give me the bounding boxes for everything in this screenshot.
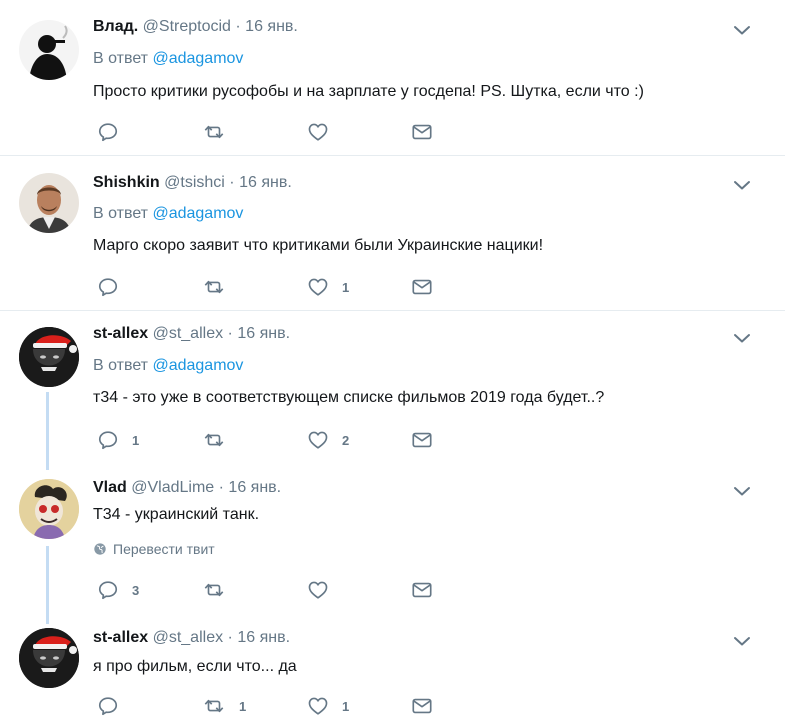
like-icon <box>307 695 329 717</box>
chevron-down-icon[interactable] <box>733 179 751 191</box>
author-name[interactable]: Влад. <box>93 18 138 35</box>
chevron-down-icon[interactable] <box>733 485 751 497</box>
like-icon <box>307 276 329 298</box>
tweet-text: Марго скоро заявит что критиками были Ук… <box>93 237 544 254</box>
direct-message-button[interactable] <box>411 121 433 143</box>
tweet-header: st-allex @st_allex · 16 янв. <box>93 628 290 648</box>
tweet[interactable]: st-allex @st_allex · 16 янв. я про фильм… <box>0 613 785 727</box>
avatar[interactable] <box>19 173 79 233</box>
retweet-icon <box>202 121 226 143</box>
reply-button[interactable] <box>97 121 132 143</box>
direct-message-button[interactable] <box>411 429 433 451</box>
tweet-text: Т34 - украинский танк. <box>93 506 260 523</box>
reply-button[interactable]: 3 <box>97 579 139 601</box>
tweet-date[interactable]: · 16 янв. <box>228 629 290 646</box>
like-icon <box>307 429 329 451</box>
reply-icon <box>97 121 119 143</box>
author-handle[interactable]: @tsishci <box>164 174 225 191</box>
reply-button[interactable]: 1 <box>97 429 139 451</box>
reply-prefix: В ответ <box>93 50 149 67</box>
like-icon <box>307 121 329 143</box>
tweet-date[interactable]: · 16 янв. <box>228 325 290 342</box>
tweet[interactable]: Влад. @Streptocid · 16 янв. В ответ @ada… <box>0 0 785 155</box>
tweet-text: я про фильм, если что... да <box>93 658 297 675</box>
tweet-header: Vlad @VladLime · 16 янв. <box>93 478 281 498</box>
tweet-header: Влад. @Streptocid · 16 янв. <box>93 17 298 37</box>
tweet-header: Shishkin @tsishci · 16 янв. <box>93 173 292 193</box>
direct-message-icon <box>411 579 433 601</box>
avatar[interactable] <box>19 628 79 688</box>
like-icon <box>307 579 329 601</box>
chevron-down-icon[interactable] <box>733 332 751 344</box>
reply-mention-link[interactable]: @adagamov <box>152 50 243 67</box>
direct-message-icon <box>411 121 433 143</box>
reply-context: В ответ @adagamov <box>93 49 243 69</box>
retweet-button[interactable] <box>202 429 239 451</box>
like-button[interactable]: 2 <box>307 429 349 451</box>
reply-context: В ответ @adagamov <box>93 356 243 376</box>
author-name[interactable]: Vlad <box>93 479 127 496</box>
retweet-count: 1 <box>239 698 247 714</box>
retweet-button[interactable] <box>202 579 239 601</box>
like-button[interactable]: 1 <box>307 695 349 717</box>
tweet[interactable]: st-allex @st_allex · 16 янв. В ответ @ad… <box>0 311 785 461</box>
reply-icon <box>97 695 119 717</box>
reply-mention-link[interactable]: @adagamov <box>152 205 243 222</box>
like-count: 1 <box>342 698 350 714</box>
author-handle[interactable]: @Streptocid <box>143 18 231 35</box>
direct-message-button[interactable] <box>411 695 433 717</box>
author-name[interactable]: st-allex <box>93 629 148 646</box>
retweet-icon <box>202 695 226 717</box>
reply-button[interactable] <box>97 276 132 298</box>
direct-message-icon <box>411 276 433 298</box>
avatar[interactable] <box>19 479 79 539</box>
reply-count: 1 <box>132 432 140 448</box>
chevron-down-icon[interactable] <box>733 635 751 647</box>
globe-icon <box>93 542 107 556</box>
direct-message-icon <box>411 429 433 451</box>
tweet[interactable]: Shishkin @tsishci · 16 янв. В ответ @ada… <box>0 156 785 310</box>
translate-tweet-link[interactable]: Перевести твит <box>93 540 215 558</box>
reply-button[interactable] <box>97 695 132 717</box>
retweet-icon <box>202 429 226 451</box>
reply-count: 3 <box>132 582 140 598</box>
tweet[interactable]: Vlad @VladLime · 16 янв. Т34 - украински… <box>0 462 785 612</box>
direct-message-icon <box>411 695 433 717</box>
tweet-text: Просто критики русофобы и на зарплате у … <box>93 83 644 100</box>
reply-prefix: В ответ <box>93 205 149 222</box>
reply-prefix: В ответ <box>93 357 149 374</box>
reply-mention-link[interactable]: @adagamov <box>152 357 243 374</box>
retweet-button[interactable]: 1 <box>202 695 246 717</box>
avatar[interactable] <box>19 20 79 80</box>
direct-message-button[interactable] <box>411 579 433 601</box>
retweet-icon <box>202 276 226 298</box>
like-button[interactable] <box>307 579 342 601</box>
tweet-header: st-allex @st_allex · 16 янв. <box>93 324 290 344</box>
retweet-button[interactable] <box>202 121 239 143</box>
like-count: 2 <box>342 432 350 448</box>
reply-icon <box>97 429 119 451</box>
author-name[interactable]: Shishkin <box>93 174 160 191</box>
reply-context: В ответ @adagamov <box>93 204 243 224</box>
retweet-button[interactable] <box>202 276 239 298</box>
translate-label: Перевести твит <box>113 541 215 557</box>
tweet-text: т34 - это уже в соответствующем списке ф… <box>93 389 605 406</box>
author-handle[interactable]: @st_allex <box>153 325 224 342</box>
tweet-date[interactable]: · 16 янв. <box>229 174 291 191</box>
retweet-icon <box>202 579 226 601</box>
reply-icon <box>97 276 119 298</box>
author-name[interactable]: st-allex <box>93 325 148 342</box>
chevron-down-icon[interactable] <box>733 24 751 36</box>
tweet-date[interactable]: · 16 янв. <box>235 18 297 35</box>
like-button[interactable] <box>307 121 342 143</box>
direct-message-button[interactable] <box>411 276 433 298</box>
author-handle[interactable]: @st_allex <box>153 629 224 646</box>
like-button[interactable]: 1 <box>307 276 349 298</box>
tweet-date[interactable]: · 16 янв. <box>219 479 281 496</box>
like-count: 1 <box>342 279 350 295</box>
avatar[interactable] <box>19 327 79 387</box>
author-handle[interactable]: @VladLime <box>131 479 214 496</box>
reply-icon <box>97 579 119 601</box>
